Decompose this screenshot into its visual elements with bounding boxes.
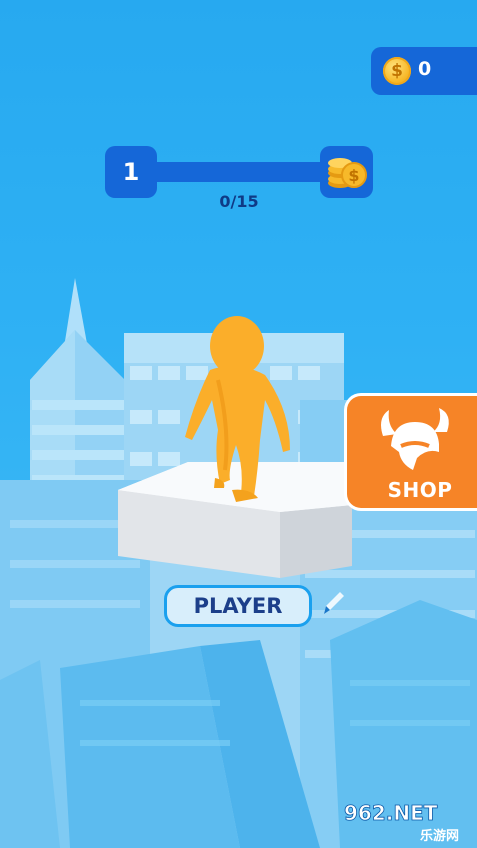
progress-track	[153, 162, 325, 182]
reward-badge: $	[320, 146, 373, 198]
svg-text:$: $	[348, 166, 359, 185]
site-watermark: 962.NET 乐游网	[344, 801, 459, 844]
dollar-coin-icon: $	[383, 57, 411, 85]
progress-text: 0/15	[219, 192, 259, 211]
white-platform	[118, 462, 352, 578]
watermark-tagline: 乐游网	[420, 828, 459, 844]
coin-stack-icon: $	[327, 158, 367, 188]
player-name-field[interactable]: PLAYER	[164, 585, 312, 627]
level-number: 1	[105, 146, 157, 198]
viking-helmet-icon	[381, 408, 449, 470]
level-progress: 1 $	[105, 146, 373, 198]
pencil-icon[interactable]	[320, 588, 346, 620]
shop-button[interactable]: SHOP	[347, 396, 477, 508]
coin-count: 0	[418, 58, 432, 80]
shop-label: SHOP	[387, 478, 453, 502]
watermark-site: 962.NET	[344, 801, 438, 825]
